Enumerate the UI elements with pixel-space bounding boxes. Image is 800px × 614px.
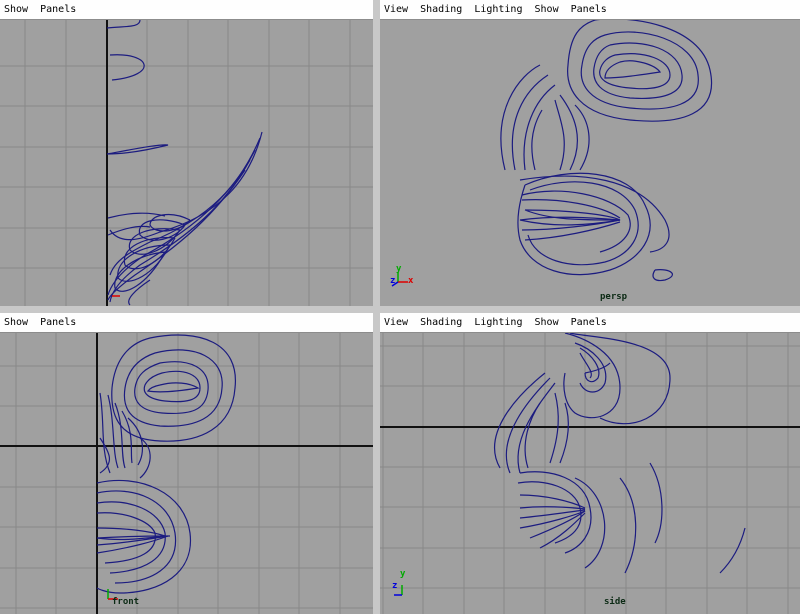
viewport-menubar: Show Panels [0, 313, 373, 333]
axis-label-y: y [396, 264, 402, 274]
menu-panels[interactable]: Panels [36, 313, 78, 332]
menu-view[interactable]: View [380, 0, 410, 19]
menu-view[interactable]: View [380, 313, 410, 332]
menu-shading[interactable]: Shading [416, 313, 464, 332]
viewport-persp[interactable]: View Shading Lighting Show Panels y x z … [380, 0, 800, 306]
axis-label-y: y [400, 569, 406, 579]
menu-show[interactable]: Show [531, 0, 561, 19]
viewport-menubar: Show Panels [0, 0, 373, 20]
nurbs-curves [500, 20, 713, 282]
nurbs-curves [106, 20, 263, 306]
viewport-canvas[interactable]: y z side [380, 333, 800, 614]
menu-panels[interactable]: Panels [36, 0, 78, 19]
camera-label: persp [600, 292, 628, 302]
axis-label-z: z [392, 581, 398, 591]
curves [391, 20, 713, 287]
axis-gizmo-labels: y z [392, 569, 416, 593]
camera-label: front [112, 597, 140, 607]
grid-and-curves [0, 333, 373, 614]
menu-show[interactable]: Show [0, 0, 30, 19]
viewport-menubar: View Shading Lighting Show Panels [380, 313, 800, 333]
menu-show[interactable]: Show [531, 313, 561, 332]
viewport-side[interactable]: View Shading Lighting Show Panels y z si… [380, 313, 800, 614]
viewport-top[interactable]: Show Panels [0, 0, 373, 306]
menu-show[interactable]: Show [0, 313, 30, 332]
viewport-canvas[interactable] [0, 20, 373, 306]
axis-label-x: x [408, 276, 414, 286]
viewport-canvas[interactable]: y x z persp [380, 20, 800, 306]
viewport-front[interactable]: Show Panels front [0, 313, 373, 614]
menu-panels[interactable]: Panels [567, 0, 609, 19]
menu-lighting[interactable]: Lighting [470, 313, 524, 332]
menu-lighting[interactable]: Lighting [470, 0, 524, 19]
axis-label-z: z [390, 276, 396, 286]
viewport-menubar: View Shading Lighting Show Panels [380, 0, 800, 20]
nurbs-curves [96, 334, 236, 594]
camera-label: side [604, 597, 626, 607]
menu-panels[interactable]: Panels [567, 313, 609, 332]
menu-shading[interactable]: Shading [416, 0, 464, 19]
viewport-canvas[interactable]: front [0, 333, 373, 614]
axis-gizmo-labels: y x z [390, 264, 414, 288]
grid-and-curves [380, 333, 800, 614]
grid-and-curves [0, 20, 373, 306]
